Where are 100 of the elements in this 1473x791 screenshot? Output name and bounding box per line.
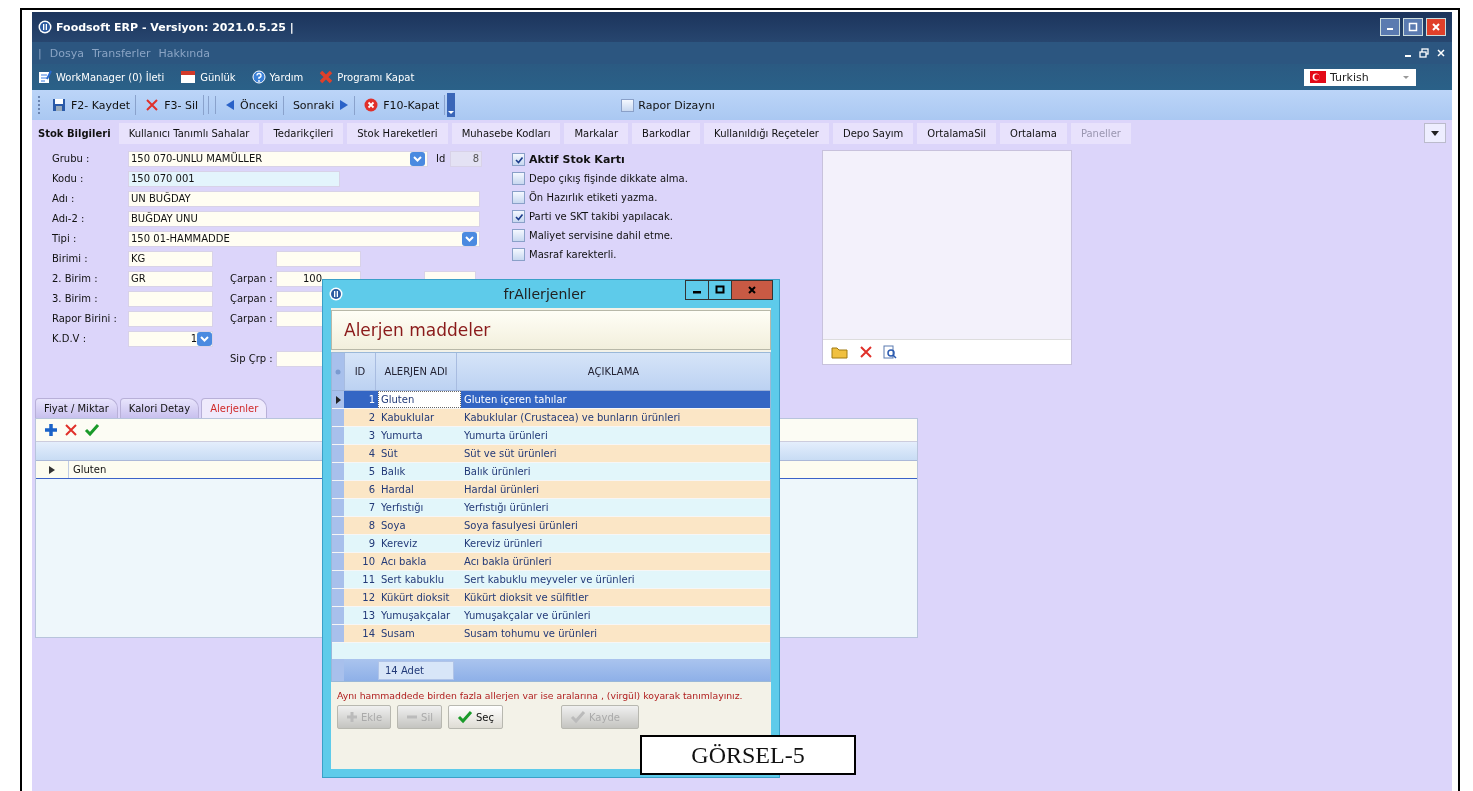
column-header[interactable]: ALERJEN ADI [375,353,456,390]
table-cell-text: 2 [367,411,376,425]
row-header-cell[interactable] [332,625,344,642]
tab[interactable]: Kalori Detay [119,398,200,418]
toolbar-button[interactable]: Sonraki [287,95,356,115]
option-checkbox[interactable]: Maliyet servisine dahil etme. [512,228,812,243]
delete-icon [145,98,160,112]
table-cell-text: Balık [380,465,407,479]
row-header-cell[interactable] [332,409,344,426]
table-cell: 1 [344,391,378,408]
field-label: Birimi : [52,253,89,264]
option-checkbox[interactable]: Parti ve SKT takibi yapılacak. [512,209,812,224]
tab[interactable]: Fiyat / Miktar [35,398,118,418]
quick-link[interactable]: WorkManager (0) İleti [38,70,165,84]
tab[interactable]: Stok Bilgileri [38,122,115,144]
tab[interactable]: Muhasebe Kodları [451,122,561,144]
table-cell: Gluten içeren tahılar [461,391,770,408]
option-checkbox[interactable]: Aktif Stok Kartı [512,152,812,167]
row-header-cell [332,659,344,681]
tab[interactable]: Ortalama [1000,122,1067,144]
row-header-cell[interactable] [332,481,344,498]
row-header-cell[interactable] [332,517,344,534]
field-label: Sip Çrp : [230,353,274,364]
input-field[interactable] [276,250,361,267]
close-icon[interactable] [1436,48,1446,58]
input-field[interactable]: BUĞDAY UNU [128,210,480,227]
restore-icon[interactable] [1419,48,1429,58]
table-cell-text: 14 [361,627,376,641]
tab[interactable]: Stok Hareketleri [347,122,448,144]
toolbar-button[interactable]: F10-Kapat [359,95,446,115]
tab[interactable]: Depo Sayım [832,122,914,144]
app-logo-icon [38,20,52,34]
dialog-heading: Alerjen maddeler [331,310,771,350]
row-count: 14 Adet [378,660,454,680]
option-checkbox[interactable]: Masraf karekterli. [512,247,812,262]
column-header[interactable]: AÇIKLAMA [456,353,770,390]
preview-icon[interactable] [883,345,897,359]
report-design-checkbox[interactable]: Rapor Dizaynı [621,98,715,112]
tab[interactable]: Barkodlar [632,122,701,144]
input-field[interactable]: UN BUĞDAY [128,190,480,207]
dialog-button[interactable]: Seç [447,705,503,729]
option-checkbox[interactable]: Depo çıkış fişinde dikkate alma. [512,171,812,186]
calendar-icon [180,70,197,84]
row-header-cell[interactable] [332,445,344,462]
toolbar-button[interactable]: F2- Kaydet [47,95,137,115]
column-header[interactable]: ID [344,353,375,390]
delete-icon[interactable] [859,345,873,359]
add-icon[interactable] [44,423,58,437]
check-icon [456,710,473,724]
check-icon [513,154,524,165]
tab[interactable]: Kullanıcı Tanımlı Sahalar [118,122,260,144]
minimize-button[interactable] [685,280,709,300]
table-cell-text: 7 [367,501,376,515]
language-dropdown[interactable]: Turkish [1304,68,1416,86]
table-cell-text: Sert kabuklu [380,573,446,587]
asterisk-icon [335,368,341,375]
folder-icon[interactable] [831,345,849,359]
tab-menu-button[interactable] [1424,123,1446,143]
input-field[interactable]: 150 070 001 [128,170,340,187]
table-cell-text: Susam tohumu ve ürünleri [463,627,599,641]
dropdown-icon[interactable] [410,151,425,166]
tab[interactable]: Markalar [564,122,629,144]
tab[interactable]: OrtalamaSil [917,122,997,144]
row-header-cell[interactable] [332,499,344,516]
row-header-cell[interactable] [332,571,344,588]
input-field[interactable] [128,290,213,307]
row-header-cell[interactable] [332,553,344,570]
row-header-cell[interactable] [332,391,344,408]
tab[interactable]: Kullanıldığı Reçeteler [704,122,829,144]
overflow-icon[interactable] [447,93,456,117]
dropdown-icon[interactable] [462,231,477,246]
check-icon[interactable] [84,423,100,437]
app-logo-icon [329,287,343,301]
row-header-cell[interactable] [332,535,344,552]
toolbar-grip[interactable] [38,96,43,114]
input-field[interactable]: 150 070-UNLU MAMÜLLER [128,150,428,167]
maximize-icon [715,285,725,295]
quick-link[interactable]: Günlük [180,70,236,84]
dropdown-icon[interactable] [197,331,212,346]
quick-link[interactable]: Programı Kapat [319,70,415,84]
row-header-cell[interactable] [332,589,344,606]
table-cell-text: Acı bakla ürünleri [463,555,553,569]
input-field[interactable]: KG [128,250,213,267]
toolbar-button[interactable]: F3- Sil [140,95,204,115]
tab[interactable]: Tedarikçileri [263,122,344,144]
input-field[interactable]: 150 01-HAMMADDE [128,230,480,247]
input-field[interactable]: GR [128,270,213,287]
toolbar-button[interactable]: Önceki [220,95,284,115]
close-button[interactable] [731,280,773,300]
quick-link[interactable]: Yardım [251,70,304,84]
input-field[interactable]: 8 [450,150,482,167]
maximize-button[interactable] [708,280,732,300]
option-checkbox[interactable]: Ön Hazırlık etiketi yazma. [512,190,812,205]
row-header-cell[interactable] [332,427,344,444]
input-field[interactable]: 1 [128,330,213,347]
tab[interactable]: Alerjenler [201,398,268,418]
row-header-cell[interactable] [332,607,344,624]
row-header-cell[interactable] [332,463,344,480]
input-field[interactable] [128,310,213,327]
delete-icon[interactable] [64,423,78,437]
